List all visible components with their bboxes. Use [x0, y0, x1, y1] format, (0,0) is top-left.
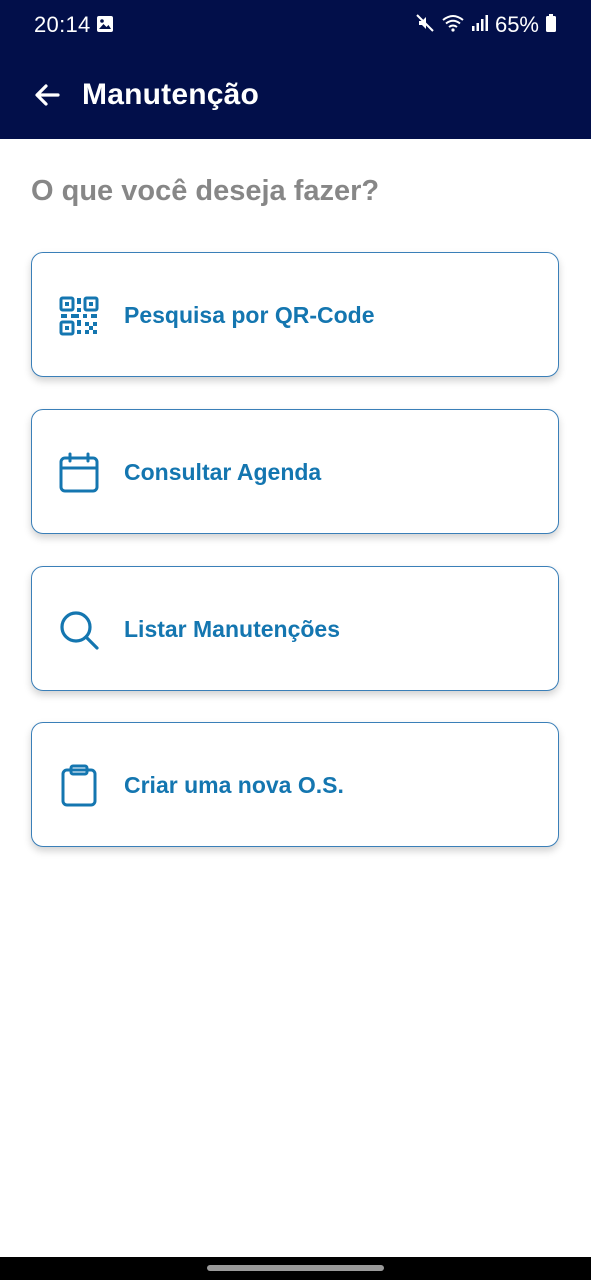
search-icon: [56, 607, 102, 653]
option-list-maintenances[interactable]: Listar Manutenções: [31, 566, 559, 691]
back-button[interactable]: [26, 76, 68, 118]
option-consult-schedule[interactable]: Consultar Agenda: [31, 409, 559, 534]
signal-icon: [471, 13, 489, 38]
image-icon: [96, 15, 114, 33]
battery-icon: [545, 13, 557, 38]
home-indicator[interactable]: [207, 1265, 384, 1271]
arrow-left-icon: [34, 83, 60, 112]
system-nav-bar: [0, 1257, 591, 1280]
option-create-work-order[interactable]: Criar uma nova O.S.: [31, 722, 559, 847]
calendar-icon: [56, 450, 102, 496]
app-bar: Manutenção: [0, 60, 591, 132]
option-label: Pesquisa por QR-Code: [124, 302, 375, 328]
clipboard-icon: [56, 763, 102, 809]
app-header: 20:14 65% Manutenção: [0, 0, 591, 139]
question-heading: O que você deseja fazer?: [31, 175, 380, 207]
option-label: Listar Manutenções: [124, 616, 340, 642]
option-label: Criar uma nova O.S.: [124, 772, 344, 798]
status-bar: 20:14 65%: [0, 0, 591, 50]
option-qr-code-search[interactable]: Pesquisa por QR-Code: [31, 252, 559, 377]
wifi-icon: [441, 13, 465, 38]
page-title: Manutenção: [82, 78, 260, 111]
mute-icon: [415, 13, 435, 38]
option-label: Consultar Agenda: [124, 459, 322, 485]
status-time: 20:14: [34, 12, 91, 37]
status-icons: 65%: [415, 12, 557, 38]
qr-code-icon: [56, 293, 102, 339]
battery-percent: 65%: [494, 12, 539, 37]
